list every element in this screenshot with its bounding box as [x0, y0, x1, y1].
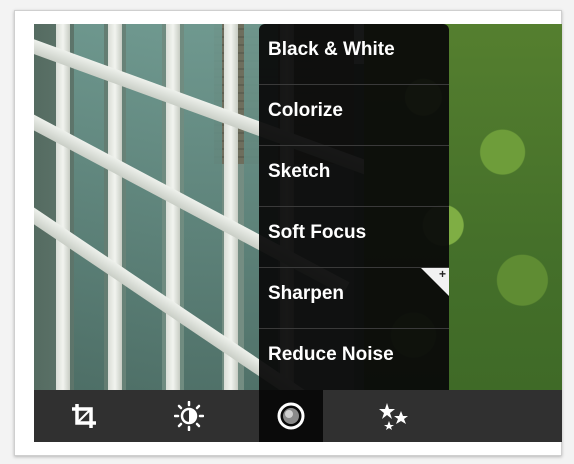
menu-item-black-white[interactable]: Black & White [259, 24, 449, 85]
menu-item-label: Colorize [268, 100, 343, 121]
menu-item-label: Reduce Noise [268, 344, 394, 365]
menu-item-soft-focus[interactable]: Soft Focus [259, 207, 449, 268]
menu-item-label: Soft Focus [268, 222, 367, 243]
menu-item-label: Sketch [268, 161, 331, 182]
menu-item-colorize[interactable]: Colorize [259, 85, 449, 146]
brightness-tool-button[interactable] [159, 390, 219, 442]
sun-icon [174, 401, 204, 431]
menu-item-label: Black & White [268, 39, 395, 60]
photo-window [74, 24, 104, 390]
crop-tool-button[interactable] [54, 390, 114, 442]
effects-tool-button[interactable] [364, 390, 424, 442]
photo-column [224, 24, 238, 390]
menu-item-reduce-noise[interactable]: Reduce Noise [259, 329, 449, 390]
menu-item-sharpen[interactable]: Sharpen + [259, 267, 449, 329]
filters-menu: Black & White Colorize Sketch Soft Focus… [259, 24, 449, 390]
crop-icon [72, 404, 96, 428]
plus-icon: + [438, 267, 446, 281]
menu-item-sketch[interactable]: Sketch [259, 146, 449, 207]
menu-item-label: Sharpen [268, 283, 345, 304]
filter-circle-icon [277, 402, 305, 430]
photo-column [56, 24, 70, 390]
filters-tool-button[interactable] [259, 390, 323, 442]
sparkle-stars-icon [379, 403, 408, 430]
bottom-toolbar [34, 390, 562, 442]
